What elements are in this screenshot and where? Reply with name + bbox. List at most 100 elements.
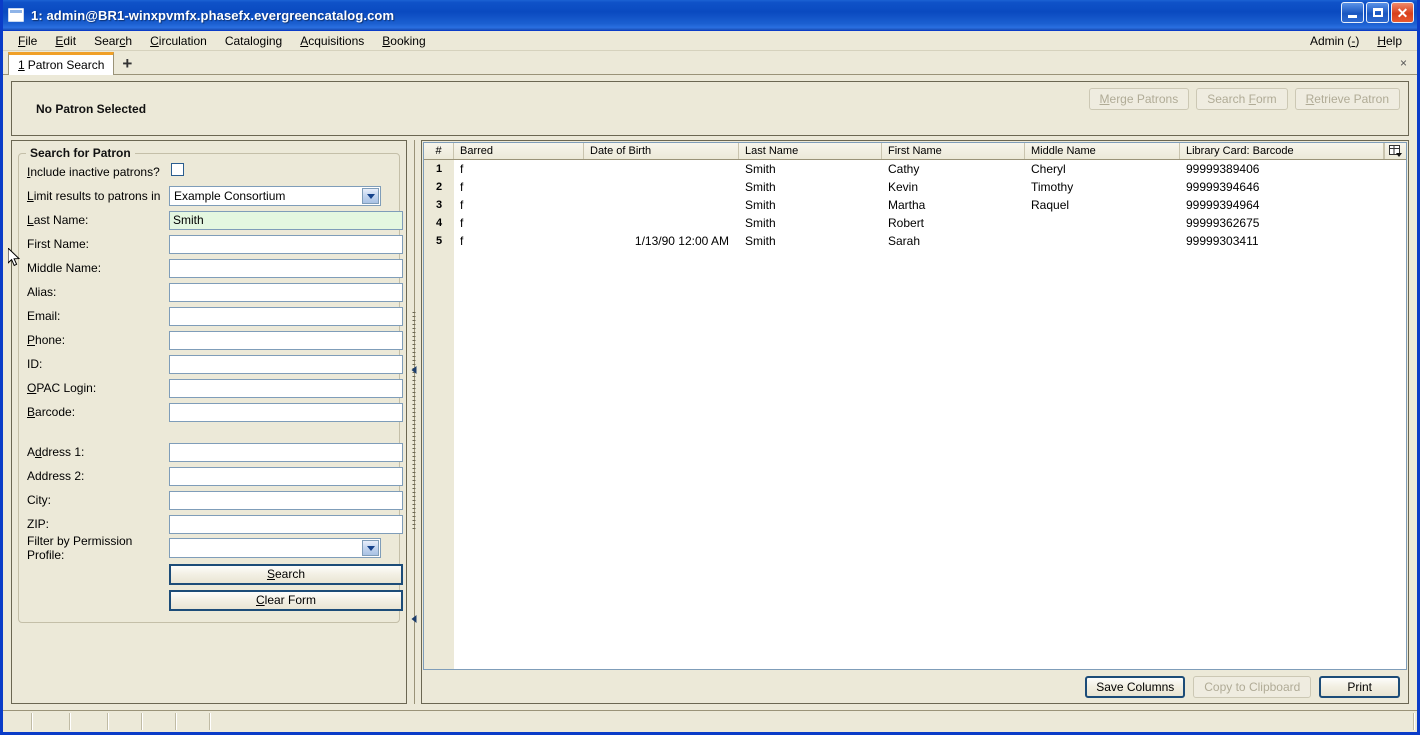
column-header-num[interactable]: # (424, 143, 454, 159)
cell-middle-name: Cheryl (1031, 162, 1066, 176)
menu-edit[interactable]: Edit (46, 32, 85, 50)
phone-input[interactable] (169, 330, 403, 350)
zip-label: ZIP: (27, 517, 50, 531)
print-button[interactable]: Print (1319, 676, 1400, 698)
address2-input[interactable] (169, 466, 403, 486)
phone-label: Phone: (27, 333, 66, 347)
tab-label: Patron Search (27, 58, 105, 72)
column-picker-icon[interactable] (1384, 143, 1406, 159)
splitter-collapse-left-icon[interactable] (411, 366, 417, 374)
column-header-first-name[interactable]: First Name (882, 143, 1025, 159)
cell-barred: f (460, 198, 464, 212)
column-header-library-card-barcode[interactable]: Library Card: Barcode (1180, 143, 1384, 159)
first-name-label: First Name: (27, 237, 90, 251)
new-tab-button[interactable]: + (122, 55, 132, 72)
splitter-grip (412, 312, 416, 532)
cell-last-name: Smith (745, 162, 776, 176)
table-row[interactable]: 2 f Smith Kevin Timothy 99999394646 (424, 178, 1406, 196)
opac-login-input[interactable] (169, 378, 403, 398)
limit-results-select[interactable]: Example Consortium (169, 186, 381, 206)
retrieve-patron-button[interactable]: Retrieve Patron (1294, 88, 1400, 110)
table-row[interactable]: 3 f Smith Martha Raquel 99999394964 (424, 196, 1406, 214)
search-form-button[interactable]: Search Form (1196, 88, 1288, 110)
email-label: Email: (27, 309, 61, 323)
menu-bar: File Edit Search Circulation Cataloging … (3, 31, 1417, 51)
panes-container: Search for Patron Include inactive patro… (11, 136, 1409, 710)
column-header-middle-name[interactable]: Middle Name (1025, 143, 1180, 159)
alias-input[interactable] (169, 282, 403, 302)
close-tab-button[interactable]: × (1400, 56, 1407, 70)
search-button[interactable]: Search (169, 563, 403, 585)
middle-name-label: Middle Name: (27, 261, 102, 275)
application-window: 1: admin@BR1-winxpvmfx.phasefx.evergreen… (0, 0, 1420, 735)
status-segment (211, 713, 1415, 730)
cell-first-name: Robert (888, 216, 925, 230)
table-row[interactable]: 4 f Smith Robert 99999362675 (424, 214, 1406, 232)
address1-input[interactable] (169, 442, 403, 462)
chevron-down-icon-2 (362, 540, 379, 556)
results-pane: # Barred Date of Birth Last Name First N… (421, 140, 1409, 704)
cell-last-name: Smith (745, 234, 776, 248)
close-button[interactable]: ✕ (1391, 2, 1414, 23)
cell-num: 5 (424, 232, 454, 250)
city-input[interactable] (169, 490, 403, 510)
merge-patrons-button[interactable]: Merge Patrons (1088, 88, 1190, 110)
first-name-input[interactable] (169, 234, 403, 254)
cell-dob (584, 214, 739, 232)
alias-label: Alias: (27, 285, 57, 299)
menu-booking[interactable]: Booking (373, 32, 434, 50)
last-name-input[interactable] (169, 210, 403, 230)
middle-name-input[interactable] (169, 258, 403, 278)
include-inactive-checkbox[interactable] (171, 163, 184, 176)
splitter-collapse-left-icon-2[interactable] (411, 615, 417, 623)
cell-last-name: Smith (745, 216, 776, 230)
cell-barred: f (460, 216, 464, 230)
cell-dob (584, 178, 739, 196)
email-input[interactable] (169, 306, 403, 326)
cell-barcode: 99999394964 (1186, 198, 1260, 212)
status-bar (3, 710, 1417, 732)
form-spacer (27, 424, 391, 440)
menu-search[interactable]: Search (85, 32, 141, 50)
clear-form-button[interactable]: Clear Form (169, 589, 403, 611)
save-columns-button[interactable]: Save Columns (1085, 676, 1186, 698)
window-controls: ✕ (1341, 2, 1414, 23)
patron-summary-header: No Patron Selected Merge Patrons Search … (11, 81, 1409, 136)
table-row[interactable]: 1 f Smith Cathy Cheryl 99999389406 (424, 160, 1406, 178)
menu-admin[interactable]: Admin (-) (1301, 32, 1368, 50)
search-group-legend: Search for Patron (26, 146, 135, 160)
cell-first-name: Sarah (888, 234, 921, 248)
column-header-last-name[interactable]: Last Name (739, 143, 882, 159)
menu-cataloging[interactable]: Cataloging (216, 32, 291, 50)
maximize-button[interactable] (1366, 2, 1389, 23)
cell-dob (584, 196, 739, 214)
menu-help[interactable]: Help (1368, 32, 1411, 50)
cell-barcode: 99999362675 (1186, 216, 1260, 230)
status-segment (143, 713, 177, 730)
barcode-input[interactable] (169, 402, 403, 422)
status-segment (33, 713, 71, 730)
tab-patron-search[interactable]: 1 Patron Search (8, 52, 115, 75)
menu-file[interactable]: File (9, 32, 46, 50)
opac-login-label: OPAC Login: (27, 381, 97, 395)
zip-input[interactable] (169, 514, 403, 534)
table-row[interactable]: 5 f 1/13/90 12:00 AM Smith Sarah 9999930… (424, 232, 1406, 250)
limit-results-value: Example Consortium (174, 189, 286, 203)
cell-barred: f (460, 234, 464, 248)
permission-profile-select[interactable] (169, 538, 381, 558)
menu-file-rest: ile (25, 33, 38, 48)
close-icon: ✕ (1396, 4, 1409, 21)
column-header-barred[interactable]: Barred (454, 143, 584, 159)
copy-to-clipboard-button[interactable]: Copy to Clipboard (1193, 676, 1312, 698)
address2-label: Address 2: (27, 469, 85, 483)
id-input[interactable] (169, 354, 403, 374)
column-header-date-of-birth[interactable]: Date of Birth (584, 143, 739, 159)
minimize-button[interactable] (1341, 2, 1364, 23)
menu-acquisitions[interactable]: Acquisitions (291, 32, 373, 50)
cell-last-name: Smith (745, 180, 776, 194)
pane-splitter[interactable] (407, 140, 421, 704)
menu-circulation[interactable]: Circulation (141, 32, 216, 50)
cell-barred: f (460, 162, 464, 176)
cell-num: 3 (424, 196, 454, 214)
results-footer: Save Columns Copy to Clipboard Print (422, 671, 1408, 703)
